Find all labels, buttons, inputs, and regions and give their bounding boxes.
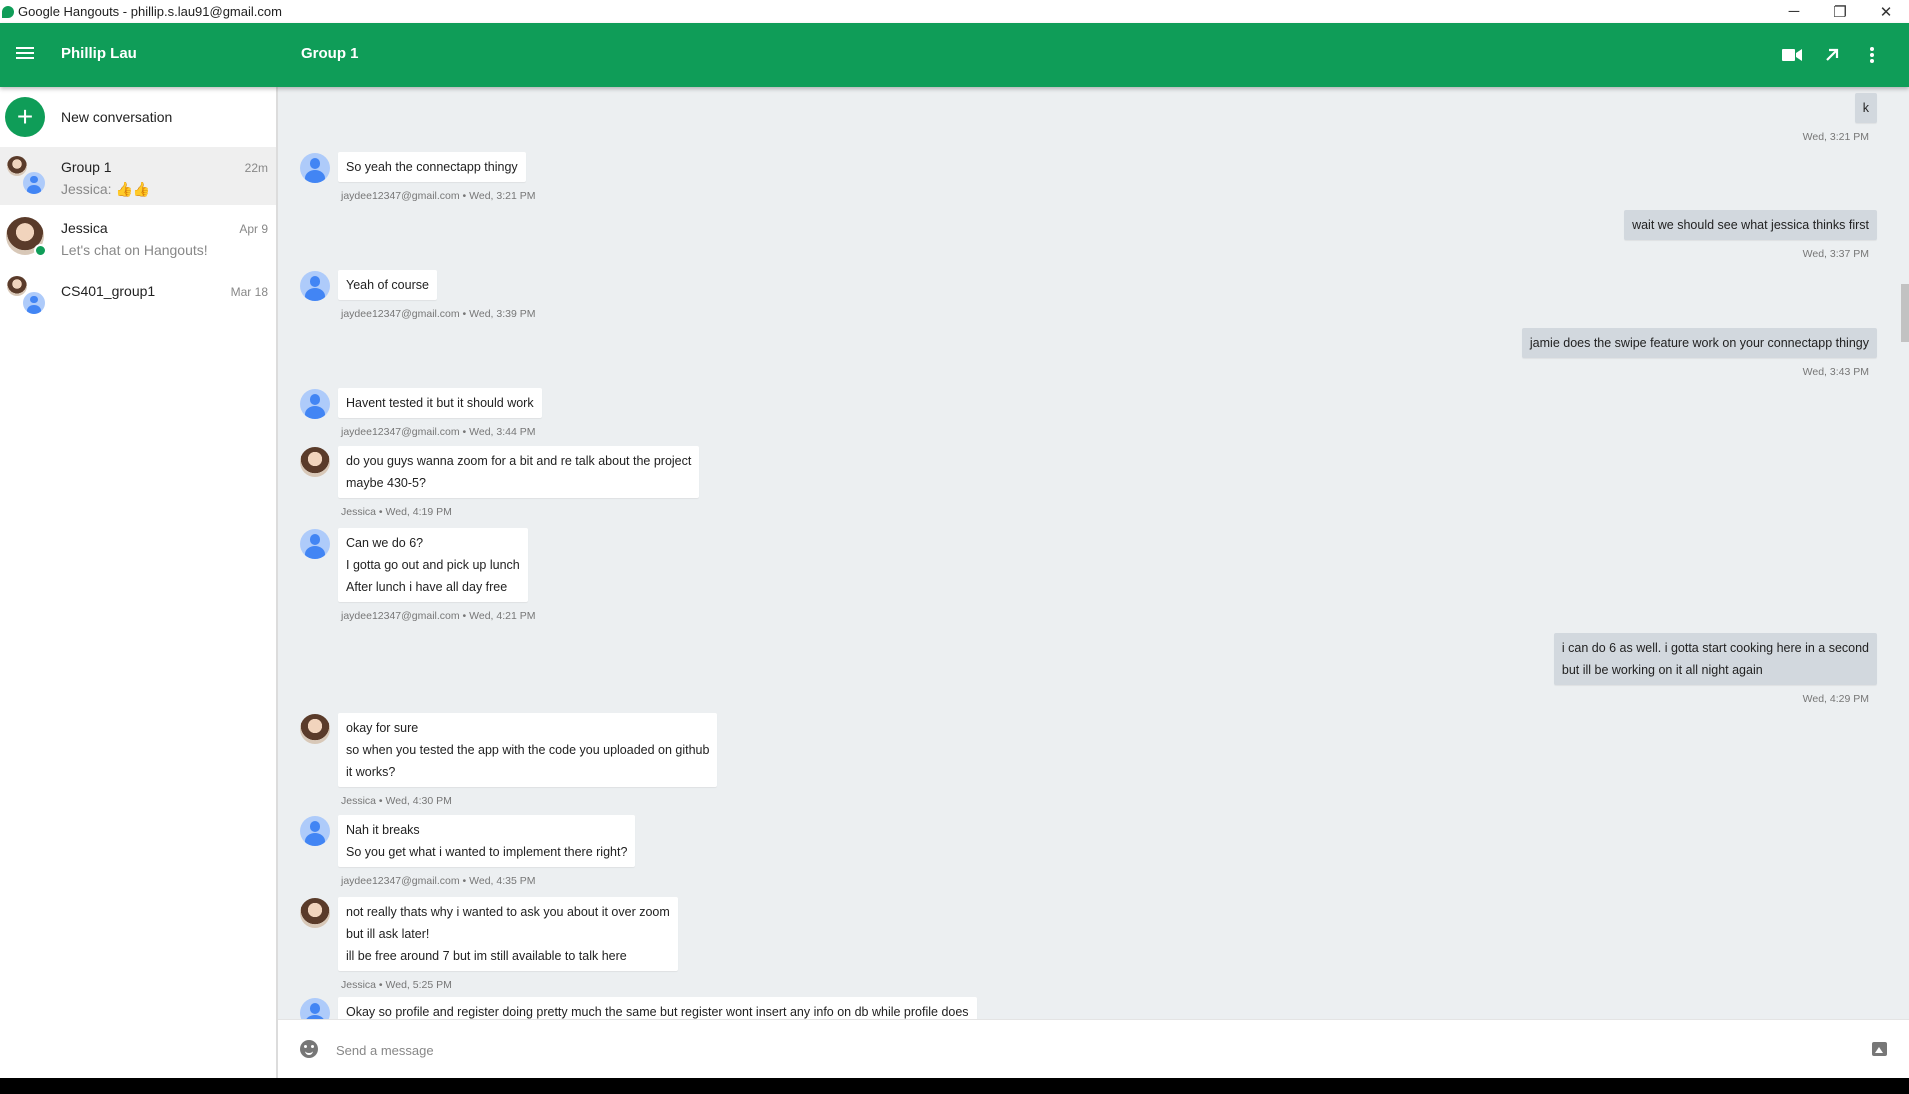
- minimize-button[interactable]: ─: [1771, 0, 1817, 23]
- message-line: maybe 430-5?: [346, 476, 426, 490]
- avatar: [300, 816, 330, 846]
- new-conversation-button[interactable]: + New conversation: [0, 87, 276, 147]
- avatar: [300, 447, 330, 477]
- message-meta: Jessica • Wed, 4:19 PM: [341, 506, 452, 518]
- message-meta: Wed, 3:21 PM: [1802, 131, 1869, 143]
- message-bubble: not really thats why i wanted to ask you…: [338, 897, 678, 971]
- window-title: Google Hangouts - phillip.s.lau91@gmail.…: [18, 4, 282, 19]
- message-line: so when you tested the app with the code…: [346, 743, 710, 757]
- message-meta: Wed, 3:43 PM: [1802, 366, 1869, 378]
- avatar: [300, 271, 330, 301]
- message-line: it works?: [346, 765, 396, 779]
- avatar: [300, 529, 330, 559]
- message-meta: jaydee12347@gmail.com • Wed, 3:39 PM: [341, 308, 536, 320]
- message-line: Okay so profile and register doing prett…: [346, 1005, 969, 1019]
- message-meta: Jessica • Wed, 4:30 PM: [341, 795, 452, 807]
- avatar: [21, 170, 47, 196]
- message-line: k: [1862, 101, 1869, 115]
- avatar: [300, 998, 330, 1019]
- hangouts-window: Google Hangouts - phillip.s.lau91@gmail.…: [0, 0, 1909, 1079]
- message-input[interactable]: [334, 1037, 1788, 1063]
- message-line: ill be free around 7 but im still availa…: [346, 949, 627, 963]
- title-bar: Google Hangouts - phillip.s.lau91@gmail.…: [0, 0, 1909, 23]
- message-line: Havent tested it but it should work: [346, 396, 534, 410]
- close-button[interactable]: ✕: [1863, 0, 1909, 23]
- message-bubble: Nah it breaks So you get what i wanted to…: [338, 815, 636, 867]
- message-line: do you guys wanna zoom for a bit and re …: [346, 454, 692, 468]
- avatar: [300, 898, 330, 928]
- avatar: [300, 389, 330, 419]
- message-bubble: wait we should see what jessica thinks f…: [1624, 210, 1877, 240]
- conversation-time: Mar 18: [230, 285, 268, 299]
- message-meta: jaydee12347@gmail.com • Wed, 3:21 PM: [341, 190, 536, 202]
- avatar: [21, 290, 47, 316]
- message-line: i can do 6 as well. i gotta start cookin…: [1561, 641, 1869, 655]
- message-line: So yeah the connectapp thingy: [346, 160, 518, 174]
- message-list[interactable]: k Wed, 3:21 PM So yeah the connectapp thin…: [278, 87, 1909, 1019]
- message-meta: jaydee12347@gmail.com • Wed, 4:35 PM: [341, 875, 536, 887]
- message-bubble: do you guys wanna zoom for a bit and re …: [338, 446, 700, 498]
- conversation-item-jessica[interactable]: Jessica Let's chat on Hangouts! Apr 9: [0, 205, 276, 267]
- conversation-name: Group 1: [61, 159, 112, 175]
- message-line: okay for sure: [346, 721, 419, 735]
- avatar: [300, 153, 330, 183]
- conversation-name: CS401_group1: [61, 283, 156, 299]
- app-header: Phillip Lau Group 1: [0, 23, 1909, 87]
- conversation-snippet: Jessica: 👍👍: [61, 181, 151, 197]
- message-bubble: Yeah of course: [338, 270, 437, 300]
- message-meta: jaydee12347@gmail.com • Wed, 3:44 PM: [341, 426, 536, 438]
- taskbar: [0, 1078, 1909, 1094]
- message-line: So you get what i wanted to implement th…: [346, 845, 628, 859]
- user-name: Phillip Lau: [61, 45, 137, 62]
- message-bubble: So yeah the connectapp thingy: [338, 152, 526, 182]
- new-conversation-label: New conversation: [61, 109, 173, 125]
- message-bubble: jamie does the swipe feature work on you…: [1521, 328, 1877, 358]
- conversation-name: Jessica: [61, 220, 108, 236]
- avatar: [300, 714, 330, 744]
- hangouts-logo-icon: [2, 5, 14, 18]
- message-bubble: Okay so profile and register doing prett…: [338, 997, 977, 1019]
- emoji-icon[interactable]: [300, 1040, 318, 1058]
- message-line: not really thats why i wanted to ask you…: [346, 905, 670, 919]
- menu-icon[interactable]: [14, 44, 36, 66]
- message-line: Yeah of course: [346, 278, 429, 292]
- conversation-sidebar: + New conversation Group 1 Jessica: 👍👍 2…: [0, 87, 278, 1078]
- message-bubble: Havent tested it but it should work: [338, 388, 542, 418]
- online-status-icon: [34, 244, 47, 257]
- conversation-item-cs401-group1[interactable]: CS401_group1 Mar 18: [0, 267, 276, 325]
- conversation-time: Apr 9: [239, 222, 268, 236]
- compose-bar: [278, 1019, 1909, 1079]
- message-bubble: okay for sure so when you tested the app …: [338, 713, 718, 787]
- conversation-time: 22m: [244, 161, 268, 175]
- message-meta: Wed, 4:29 PM: [1802, 693, 1869, 705]
- message-line: After lunch i have all day free: [346, 580, 508, 594]
- message-meta: jaydee12347@gmail.com • Wed, 4:21 PM: [341, 610, 536, 622]
- message-line: wait we should see what jessica thinks f…: [1632, 218, 1869, 232]
- message-meta: Wed, 3:37 PM: [1802, 248, 1869, 260]
- restore-button[interactable]: ❐: [1817, 0, 1863, 23]
- message-line: Can we do 6?: [346, 536, 424, 550]
- image-icon[interactable]: [1872, 1042, 1887, 1056]
- message-line: jamie does the swipe feature work on you…: [1529, 336, 1869, 350]
- pop-out-icon[interactable]: [1818, 41, 1846, 69]
- video-call-icon[interactable]: [1778, 41, 1806, 69]
- message-line: I gotta go out and pick up lunch: [346, 558, 520, 572]
- message-meta: Jessica • Wed, 5:25 PM: [341, 979, 452, 991]
- conversation-title: Group 1: [301, 45, 359, 62]
- scrollbar[interactable]: [1901, 284, 1909, 342]
- message-bubble: Can we do 6? I gotta go out and pick up l…: [338, 528, 528, 602]
- plus-icon: +: [5, 97, 45, 137]
- conversation-snippet: Let's chat on Hangouts!: [61, 242, 208, 258]
- message-line: but ill be working on it all night again: [1561, 663, 1763, 677]
- conversation-item-group-1[interactable]: Group 1 Jessica: 👍👍 22m: [0, 147, 276, 205]
- message-line: Nah it breaks: [346, 823, 420, 837]
- message-line: but ill ask later!: [346, 927, 430, 941]
- message-bubble: k: [1854, 93, 1877, 123]
- more-options-icon[interactable]: [1858, 41, 1886, 69]
- message-bubble: i can do 6 as well. i gotta start cookin…: [1553, 633, 1877, 685]
